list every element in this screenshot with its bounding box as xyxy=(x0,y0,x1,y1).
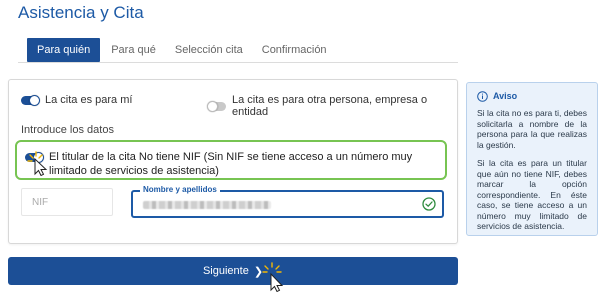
form-card: La cita es para mí La cita es para otra … xyxy=(8,79,458,244)
toggle-self-label: La cita es para mí xyxy=(45,94,133,106)
toggle-self-switch[interactable] xyxy=(21,94,40,106)
click-cursor-icon xyxy=(27,151,48,176)
tab-para-que[interactable]: Para qué xyxy=(111,44,156,56)
tab-confirmacion[interactable]: Confirmación xyxy=(262,44,327,56)
toggle-no-nif-row[interactable]: El titular de la cita No tiene NIF (Sin … xyxy=(25,150,443,178)
nif-input[interactable]: NIF xyxy=(21,188,113,216)
next-button[interactable]: Siguiente ❯ xyxy=(8,257,458,285)
toggle-other-row[interactable]: La cita es para otra persona, empresa o … xyxy=(207,94,457,118)
next-button-label: Siguiente xyxy=(202,265,249,277)
aviso-title-text: Aviso xyxy=(493,91,518,102)
tab-seleccion-cita[interactable]: Selección cita xyxy=(175,44,243,56)
toggle-self-row[interactable]: La cita es para mí xyxy=(21,94,132,106)
step-tabs: Para quién Para qué Selección cita Confi… xyxy=(27,38,346,62)
toggle-other-label: La cita es para otra persona, empresa o … xyxy=(232,94,428,118)
info-circle-icon xyxy=(477,91,488,102)
tab-para-quien[interactable]: Para quién xyxy=(27,38,101,62)
name-input-label: Nombre y apellidos xyxy=(140,185,220,194)
tab-divider xyxy=(18,62,458,63)
toggle-no-nif-label: El titular de la cita No tiene NIF (Sin … xyxy=(49,151,413,177)
aviso-panel: Aviso Si la cita no es para ti, debes so… xyxy=(466,82,598,236)
aviso-title: Aviso xyxy=(477,91,587,102)
name-input[interactable]: Nombre y apellidos xyxy=(131,185,444,218)
aviso-paragraph-2: Si la cita es para un titular que aún no… xyxy=(477,158,587,231)
toggle-other-switch[interactable] xyxy=(207,100,226,112)
page-title: Asistencia y Cita xyxy=(18,3,144,22)
check-circle-icon xyxy=(422,197,436,211)
click-cursor-icon xyxy=(262,262,284,292)
aviso-paragraph-1: Si la cita no es para ti, debes solicita… xyxy=(477,108,587,150)
section-label: Introduce los datos xyxy=(21,124,114,136)
name-input-value-redacted xyxy=(143,201,271,209)
